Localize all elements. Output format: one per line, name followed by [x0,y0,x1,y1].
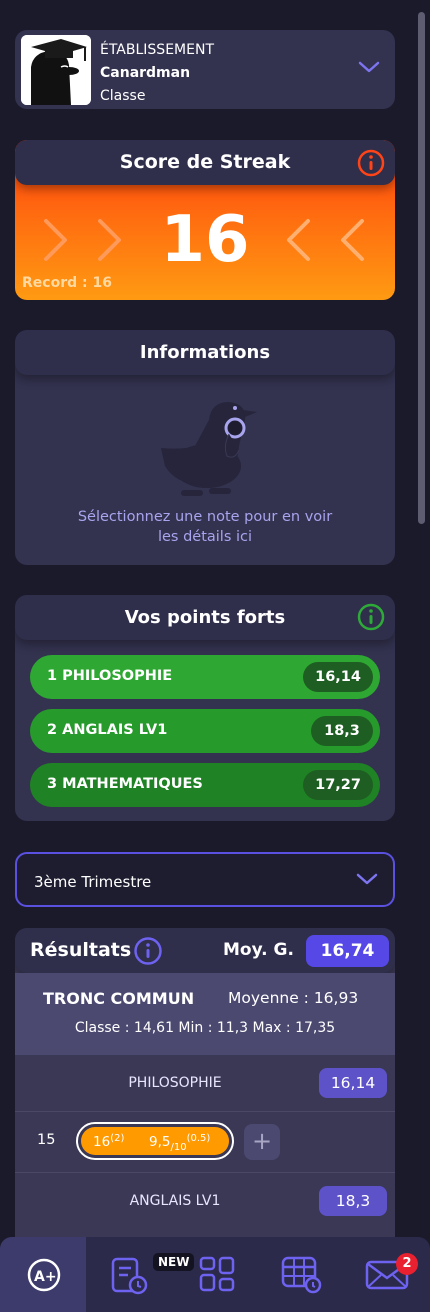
subject-row[interactable]: ANGLAIS LV1 18,3 [15,1173,395,1233]
info-icon[interactable] [357,603,385,631]
strength-label: 1 PHILOSOPHIE [47,668,173,684]
tab-timetable[interactable] [270,1237,340,1312]
points-forts-card: Vos points forts 1 PHILOSOPHIE 16,14 2 A… [15,595,395,821]
duck-magnifier-icon [161,402,257,496]
informations-title: Informations [139,342,271,363]
results-header: Résultats Moy. G. 16,74 [15,928,395,973]
subject-name: PHILOSOPHIE [128,1075,222,1091]
tab-homework[interactable] [100,1237,160,1312]
chevron-left-icon [287,219,310,261]
chevron-down-icon [356,873,378,885]
message-line-2: les détails ici [157,529,253,545]
info-icon[interactable] [357,149,385,177]
tronc-commun-summary: TRONC COMMUN Moyenne : 16,93 Classe : 14… [15,973,395,1055]
homework-clock-icon [111,1257,148,1295]
subject-name: ANGLAIS LV1 [129,1193,221,1209]
strength-item[interactable]: 3 MATHEMATIQUES 17,27 [30,763,380,807]
grade-1[interactable]: 16(2) [93,1133,124,1150]
account-selector[interactable]: ÉTABLISSEMENT Canardman Classe [15,30,395,109]
streak-header: Score de Streak [15,140,395,185]
calendar-clock-icon [281,1256,322,1294]
new-badge: NEW [153,1253,195,1271]
grades-coefficient: 15 [37,1132,56,1148]
account-name: Canardman [100,65,191,81]
messages-count-badge: 2 [396,1253,418,1275]
strength-label: 3 MATHEMATIQUES [47,776,203,792]
informations-header: Informations [15,330,395,375]
add-grade-button[interactable]: + [244,1124,280,1160]
streak-card: Score de Streak 16 Record : 16 [15,140,395,300]
general-average-value: 16,74 [306,935,389,967]
grades-row: 15 16(2) 9,5/10(0.5) + [15,1112,395,1173]
tab-messages[interactable] [360,1237,430,1312]
subject-average: 16,14 [319,1068,387,1098]
strength-item[interactable]: 2 ANGLAIS LV1 18,3 [30,709,380,753]
strength-score: 16,14 [303,662,373,692]
tab-dashboard[interactable] [190,1237,250,1312]
avatar [21,35,91,105]
strength-score: 17,27 [303,770,373,800]
svg-text:A+: A+ [34,1269,57,1285]
strength-label: 2 ANGLAIS LV1 [47,722,168,738]
grade-a-plus-icon: A+ [27,1258,61,1292]
chevron-left-icon [341,219,364,261]
dashboard-icon [199,1256,235,1292]
strength-score: 18,3 [311,716,373,746]
bottom-nav: A+ NEW 2 [0,1237,430,1312]
results-title: Résultats [30,939,132,961]
points-forts-header: Vos points forts [15,595,395,640]
tronc-commun-average: Moyenne : 16,93 [228,989,359,1007]
streak-title: Score de Streak [119,151,291,173]
info-icon[interactable] [133,936,163,966]
general-average-label: Moy. G. [223,940,294,960]
scrollbar[interactable] [418,12,425,524]
informations-card: Informations Sélectionnez une note pour … [15,330,395,565]
grade-2[interactable]: 9,5/10(0.5) [149,1133,210,1153]
period-select-value: 3ème Trimestre [34,873,152,891]
streak-record: Record : 16 [22,275,112,291]
subject-row[interactable]: PHILOSOPHIE 16,14 [15,1055,395,1112]
message-line-1: Sélectionnez une note pour en voir [77,509,333,525]
school-label: ÉTABLISSEMENT [100,42,214,58]
informations-message: Sélectionnez une note pour en voir les d… [15,507,395,547]
class-label: Classe [100,88,146,104]
tronc-commun-title: TRONC COMMUN [43,989,195,1008]
tab-grades[interactable]: A+ [0,1237,86,1312]
strength-item[interactable]: 1 PHILOSOPHIE 16,14 [30,655,380,699]
tronc-commun-stats: Classe : 14,61 Min : 11,3 Max : 17,35 [74,1020,336,1036]
points-forts-title: Vos points forts [124,607,286,628]
results-card: Résultats Moy. G. 16,74 TRONC COMMUN Moy… [15,928,395,1248]
period-select[interactable]: 3ème Trimestre [15,852,395,907]
chevron-down-icon[interactable] [358,60,380,74]
subject-average: 18,3 [319,1186,387,1216]
grade-chip[interactable]: 16(2) 9,5/10(0.5) [76,1122,234,1160]
